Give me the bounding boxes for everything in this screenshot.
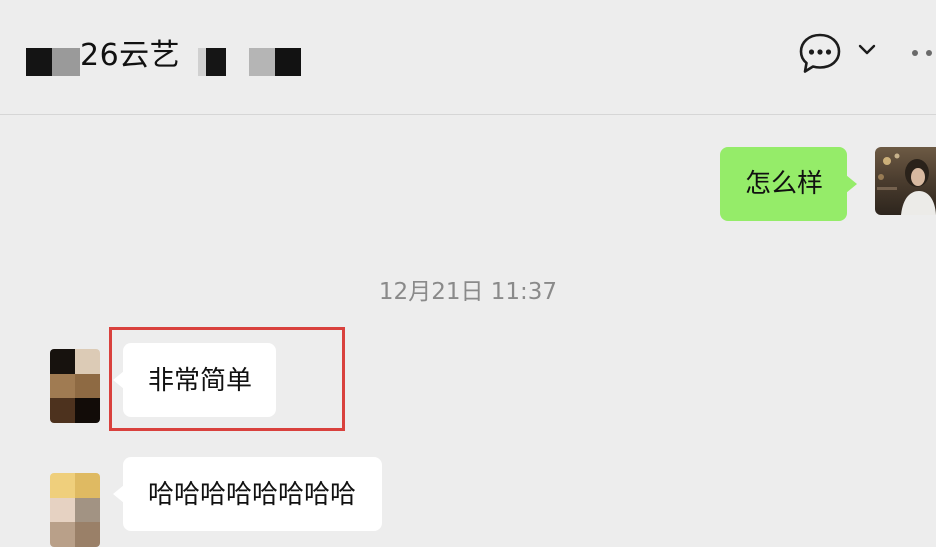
more-icon[interactable] [906,48,936,58]
contact-avatar[interactable] [50,349,100,423]
redacted-name-suffix-1 [198,48,226,76]
contact-avatar[interactable] [50,473,100,547]
highlight-annotation [109,327,345,431]
redacted-name-prefix [26,48,80,76]
chevron-down-icon[interactable] [857,43,877,57]
message-timestamp: 12月21日 11:37 [378,279,558,305]
chat-title[interactable]: 26云艺 [80,30,180,74]
my-avatar[interactable] [875,147,936,215]
chat-header: 26云艺 [0,0,936,115]
message-bubble-sent[interactable]: 怎么样 [720,147,857,221]
chat-icon[interactable] [798,32,842,74]
redacted-name-suffix-2 [249,48,301,76]
message-bubble-received[interactable]: 哈哈哈哈哈哈哈哈 [113,457,382,531]
